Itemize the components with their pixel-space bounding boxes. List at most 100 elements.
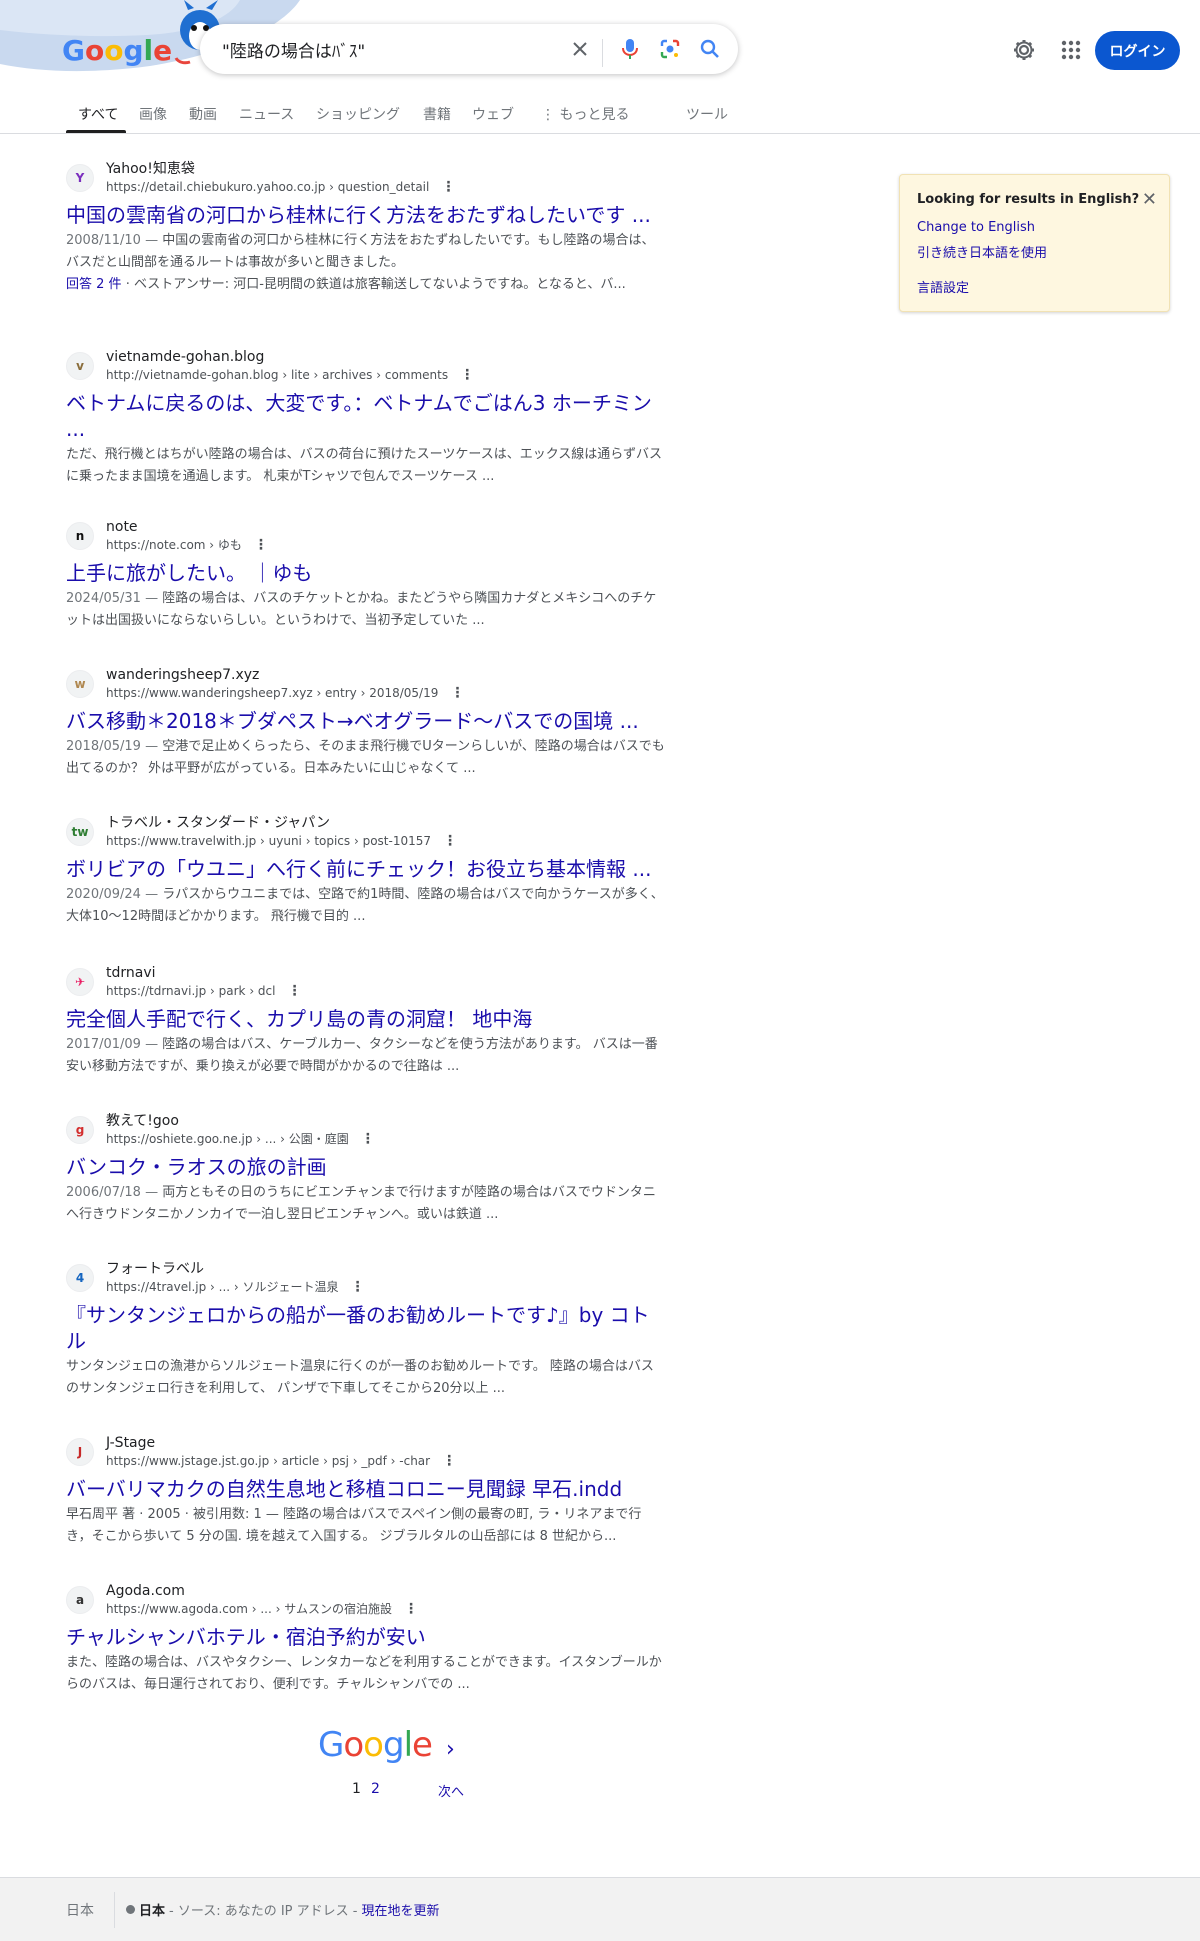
microphone-icon[interactable]: [618, 37, 642, 61]
language-settings-link[interactable]: 言語設定: [917, 277, 969, 296]
site-url-text: https://www.jstage.jst.go.jp › article ›…: [106, 1454, 431, 1468]
footer-location: 日本 - ソース: あなたの IP アドレス - 現在地を更新: [126, 1900, 439, 1919]
more-options-icon[interactable]: ⋮: [254, 538, 268, 552]
tab-news[interactable]: ニュース: [239, 104, 294, 124]
site-meta: tdrnavi https://tdrnavi.jp › park › dcl …: [106, 964, 301, 1000]
site-meta: vietnamde-gohan.blog http://vietnamde-go…: [106, 348, 474, 384]
site-url-text: https://4travel.jp › ... › ソルジェート温泉: [106, 1280, 339, 1294]
footer-divider: [114, 1892, 115, 1928]
result-date-separator: —: [140, 1185, 163, 1200]
site-meta: J-Stage https://www.jstage.jst.go.jp › a…: [106, 1434, 456, 1470]
tab-images[interactable]: 画像: [139, 104, 167, 124]
language-panel: Looking for results in English? ✕ Change…: [899, 174, 1170, 312]
site-favicon-icon: ✈: [66, 968, 94, 996]
result-title-link[interactable]: ボリビアの「ウユニ」へ行く前にチェック！お役立ち基本情報 ...: [66, 856, 666, 882]
more-options-icon[interactable]: ⋮: [404, 1602, 418, 1616]
site-meta: note https://note.com › ゆも ⋮: [106, 518, 268, 554]
result-snippet: ただ、飛行機とはちがい陸路の場合は、バスの荷台に預けたスーツケースは、エックス線…: [66, 444, 666, 488]
search-result: 4 フォートラベル https://4travel.jp › ... › ソルジ…: [66, 1260, 666, 1400]
result-source[interactable]: w wanderingsheep7.xyz https://www.wander…: [66, 666, 666, 702]
login-button[interactable]: ログイン: [1095, 31, 1180, 70]
tab-books[interactable]: 書籍: [423, 104, 451, 124]
result-source[interactable]: Y Yahoo!知恵袋 https://detail.chiebukuro.ya…: [66, 160, 666, 196]
tab-videos[interactable]: 動画: [189, 104, 217, 124]
tab-more[interactable]: ⋮ もっと見る: [541, 104, 629, 124]
result-date-separator: —: [140, 591, 163, 606]
site-url: http://vietnamde-gohan.blog › lite › arc…: [106, 366, 474, 384]
result-title-link[interactable]: バンコク・ラオスの旅の計画: [66, 1154, 666, 1180]
site-url-text: https://oshiete.goo.ne.jp › ... › 公園・庭園: [106, 1132, 349, 1146]
close-icon[interactable]: ✕: [1142, 189, 1157, 210]
result-title-link[interactable]: 完全個人手配で行く、カプリ島の青の洞窟！ 地中海: [66, 1006, 666, 1032]
result-title-link[interactable]: 上手に旅がしたい。 ｜ゆも: [66, 560, 666, 586]
result-title-link[interactable]: バス移動＊2018＊ブダペスト→ベオグラード～バスでの国境 ...: [66, 708, 666, 734]
result-source[interactable]: n note https://note.com › ゆも ⋮: [66, 518, 666, 554]
result-source[interactable]: 4 フォートラベル https://4travel.jp › ... › ソルジ…: [66, 1260, 666, 1296]
result-snippet: 2017/01/09 — 陸路の場合はバス、ケーブルカー、タクシーなどを使う方法…: [66, 1034, 666, 1078]
search-box[interactable]: "陸路の場合はﾊﾞｽ": [200, 24, 738, 74]
result-date: 2006/07/18: [66, 1185, 141, 1200]
result-source[interactable]: tw トラベル・スタンダード・ジャパン https://www.travelwi…: [66, 814, 666, 850]
result-source[interactable]: a Agoda.com https://www.agoda.com › ... …: [66, 1582, 666, 1618]
search-icon[interactable]: [698, 37, 722, 61]
site-url: https://4travel.jp › ... › ソルジェート温泉 ⋮: [106, 1278, 365, 1296]
result-title-link[interactable]: ベトナムに戻るのは、大変です。：ベトナムでごはん3 ホーチミン ...: [66, 390, 666, 442]
update-location-link[interactable]: 現在地を更新: [361, 1900, 439, 1919]
clear-icon[interactable]: [568, 37, 592, 61]
more-options-icon[interactable]: ⋮: [443, 834, 457, 848]
tab-tools[interactable]: ツール: [686, 104, 728, 124]
search-result: tw トラベル・スタンダード・ジャパン https://www.travelwi…: [66, 814, 666, 928]
change-to-english-link[interactable]: Change to English: [917, 220, 1035, 235]
search-input[interactable]: "陸路の場合はﾊﾞｽ": [222, 37, 365, 62]
settings-gear-icon[interactable]: [1012, 38, 1036, 66]
result-source[interactable]: J J-Stage https://www.jstage.jst.go.jp ›…: [66, 1434, 666, 1470]
result-date-separator: —: [140, 887, 163, 902]
result-snippet: 2006/07/18 — 両方ともその日のうちにビエンチャンまで行けますが陸路の…: [66, 1182, 666, 1226]
site-url-text: https://www.agoda.com › ... › サムスンの宿泊施設: [106, 1602, 392, 1616]
result-source[interactable]: v vietnamde-gohan.blog http://vietnamde-…: [66, 348, 666, 384]
page-2-link[interactable]: 2: [371, 1781, 380, 1797]
result-title-link[interactable]: バーバリマカクの自然生息地と移植コロニー見聞録 早石.indd: [66, 1476, 666, 1502]
site-url: https://www.jstage.jst.go.jp › article ›…: [106, 1452, 456, 1470]
chevron-right-icon[interactable]: ›: [446, 1737, 455, 1762]
site-name: トラベル・スタンダード・ジャパン: [106, 815, 330, 831]
tab-shopping[interactable]: ショッピング: [316, 104, 400, 124]
result-source[interactable]: ✈ tdrnavi https://tdrnavi.jp › park › dc…: [66, 964, 666, 1000]
header: Google "陸路の場合はﾊﾞｽ" ログイン: [0, 0, 1200, 100]
answers-count-link[interactable]: 回答 2 件: [66, 277, 122, 292]
lens-icon[interactable]: [658, 37, 682, 61]
more-options-icon[interactable]: ⋮: [441, 180, 455, 194]
result-snippet-text: また、陸路の場合は、バスやタクシー、レンタカーなどを利用することができます。イス…: [66, 1655, 662, 1692]
result-title-link[interactable]: 中国の雲南省の河口から桂林に行く方法をおたずねしたいです ...: [66, 202, 666, 228]
result-title-link[interactable]: チャルシャンバホテル・宿泊予約が安い: [66, 1624, 666, 1650]
site-favicon-icon: Y: [66, 164, 94, 192]
result-title-link[interactable]: 『サンタンジェロからの船が一番のお勧めルートです♪』by コトル: [66, 1302, 666, 1354]
apps-grid-icon[interactable]: [1059, 38, 1083, 66]
site-url: https://tdrnavi.jp › park › dcl ⋮: [106, 982, 301, 1000]
location-dot-icon: [126, 1905, 135, 1914]
result-source[interactable]: g 教えて!goo https://oshiete.goo.ne.jp › ..…: [66, 1112, 666, 1148]
site-name: vietnamde-gohan.blog: [106, 349, 265, 365]
site-name: note: [106, 519, 138, 535]
more-options-icon[interactable]: ⋮: [361, 1132, 375, 1146]
next-page-link[interactable]: 次へ: [438, 1781, 464, 1800]
result-date-separator: —: [140, 739, 163, 754]
continue-japanese-link[interactable]: 引き続き日本語を使用: [917, 242, 1047, 261]
tab-all[interactable]: すべて: [78, 104, 118, 124]
more-options-icon[interactable]: ⋮: [287, 984, 301, 998]
search-result: v vietnamde-gohan.blog http://vietnamde-…: [66, 348, 666, 488]
result-date-separator: —: [140, 1037, 163, 1052]
result-date: 2024/05/31: [66, 591, 141, 606]
site-name: Yahoo!知恵袋: [106, 161, 195, 177]
language-panel-title: Looking for results in English?: [917, 192, 1140, 207]
tab-web[interactable]: ウェブ: [472, 104, 514, 124]
site-name: 教えて!goo: [106, 1113, 179, 1129]
site-name: Agoda.com: [106, 1583, 185, 1599]
site-url: https://oshiete.goo.ne.jp › ... › 公園・庭園 …: [106, 1130, 375, 1148]
more-options-icon[interactable]: ⋮: [460, 368, 474, 382]
site-favicon-icon: a: [66, 1586, 94, 1614]
more-options-icon[interactable]: ⋮: [442, 1454, 456, 1468]
more-options-icon[interactable]: ⋮: [450, 686, 464, 700]
more-options-icon[interactable]: ⋮: [351, 1280, 365, 1294]
result-snippet: 2008/11/10 — 中国の雲南省の河口から桂林に行く方法をおたずねしたいで…: [66, 230, 666, 274]
